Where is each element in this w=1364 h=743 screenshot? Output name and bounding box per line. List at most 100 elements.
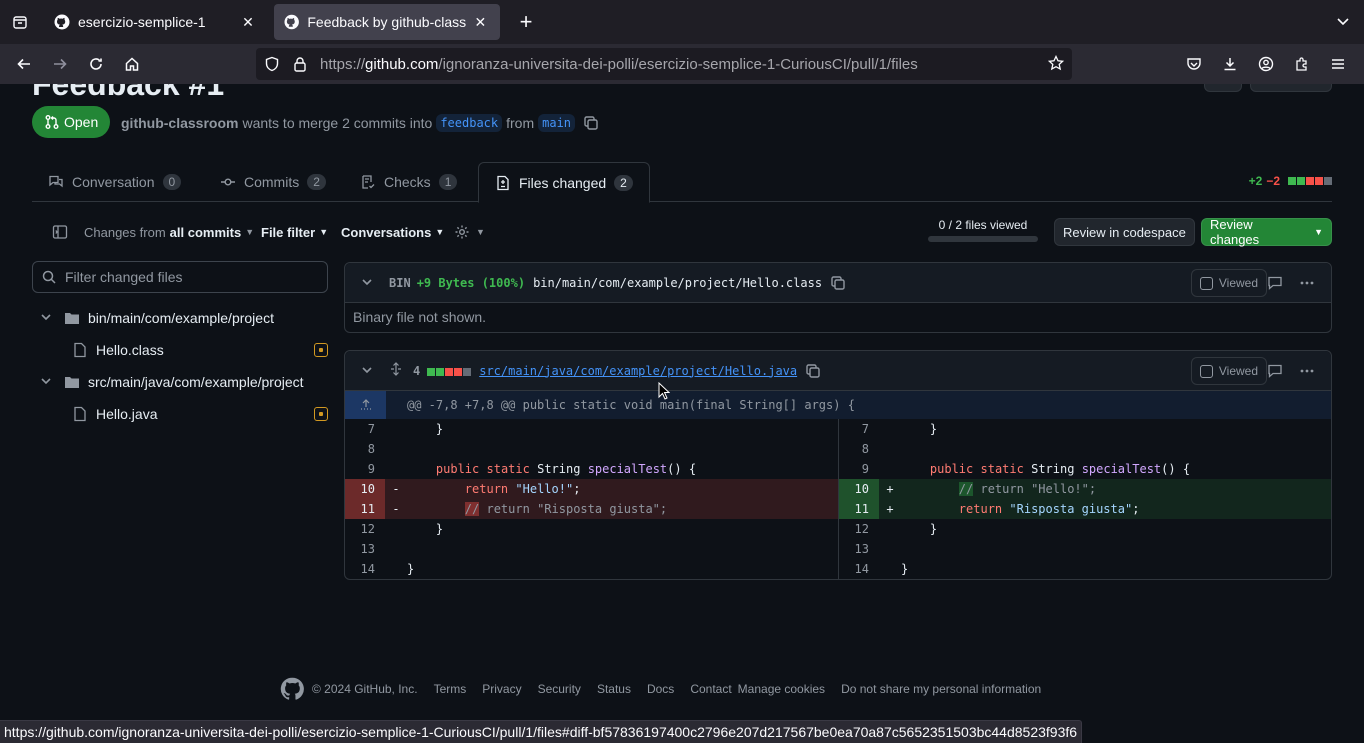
close-tab-icon[interactable]: ✕ [238,14,258,31]
footer-link-privacy[interactable]: Privacy [482,682,521,696]
tree-file-hello-class[interactable]: Hello.class [72,334,328,366]
viewed-checkbox[interactable]: Viewed [1190,269,1267,297]
tab-overview-icon[interactable] [0,0,40,44]
pull-request-icon [45,115,59,129]
close-tab-icon[interactable]: ✕ [471,14,490,31]
browser-tab-bar: esercizio-semplice-1 ✕ Feedback by githu… [0,0,1364,44]
code-token: return [486,502,530,516]
lock-icon[interactable] [286,56,314,72]
comment-icon[interactable] [1267,363,1283,382]
line-number[interactable]: 8 [345,439,385,459]
line-number[interactable]: 8 [839,439,879,459]
account-icon[interactable] [1248,48,1284,80]
code-token: () { [1161,462,1191,476]
browser-tab-feedback[interactable]: Feedback by github-class ✕ [274,4,500,40]
expand-all-icon[interactable] [389,362,403,379]
file-diff-icon [497,175,509,190]
back-icon[interactable] [6,48,42,80]
copy-icon[interactable] [583,115,599,131]
browser-tab-esercizio[interactable]: esercizio-semplice-1 ✕ [44,4,268,40]
file-path[interactable]: bin/main/com/example/project/Hello.class [533,276,822,290]
code-token: String [537,462,581,476]
downloads-icon[interactable] [1212,48,1248,80]
line-number[interactable]: 14 [839,559,879,579]
tree-label: bin/main/com/example/project [88,310,274,326]
line-number[interactable]: 13 [839,539,879,559]
tab-conversation[interactable]: Conversation 0 [48,162,182,202]
line-number[interactable]: 11 [839,499,879,519]
footer-link-security[interactable]: Security [538,682,581,696]
new-tab-button[interactable]: + [510,6,542,38]
folder-icon [65,377,79,388]
changes-from-dropdown[interactable]: Changes from all commits ▼ [84,216,254,248]
line-number[interactable]: 10 [345,479,385,499]
pocket-icon[interactable] [1176,48,1212,80]
reload-icon[interactable] [78,48,114,80]
menu-icon[interactable] [1320,48,1356,80]
base-branch[interactable]: feedback [436,114,503,132]
from-text: from [506,115,535,131]
tab-files-changed[interactable]: Files changed 2 [478,162,650,203]
line-number[interactable]: 11 [345,499,385,519]
tab-commits[interactable]: Commits 2 [220,162,326,202]
diff-line: 14} [839,559,1331,579]
line-number[interactable]: 7 [345,419,385,439]
footer-link-docs[interactable]: Docs [647,682,674,696]
line-number[interactable]: 9 [345,459,385,479]
code-button[interactable] [1250,84,1332,92]
file-filter-dropdown[interactable]: File filter ▼ [261,216,328,248]
viewed-checkbox[interactable]: Viewed [1190,357,1267,385]
home-icon[interactable] [114,48,150,80]
line-number[interactable]: 13 [345,539,385,559]
pr-author-link[interactable]: github-classroom [121,115,238,131]
diff-line: 9 public static String specialTest() { [345,459,838,479]
tree-dir-bin[interactable]: bin/main/com/example/project [40,302,328,334]
review-changes-button[interactable]: Review changes ▼ [1201,217,1332,247]
line-number[interactable]: 12 [345,519,385,539]
code-token: public [435,462,480,476]
list-all-tabs-icon[interactable] [1336,14,1350,31]
footer-link-manage-cookies[interactable]: Manage cookies [738,682,825,696]
checklist-icon [362,175,375,189]
file-filter-label: File filter [261,224,316,240]
line-number[interactable]: 7 [839,419,879,439]
footer-link-status[interactable]: Status [597,682,631,696]
footer-link-contact[interactable]: Contact [690,682,731,696]
extensions-icon[interactable] [1284,48,1320,80]
comment-icon[interactable] [1267,275,1283,294]
line-number[interactable]: 12 [839,519,879,539]
edit-button[interactable] [1204,84,1242,92]
line-number[interactable]: 9 [839,459,879,479]
chevron-down-icon[interactable] [361,275,373,291]
footer-link-terms[interactable]: Terms [434,682,467,696]
tree-file-hello-java[interactable]: Hello.java [72,398,328,430]
diff-settings-dropdown[interactable]: ▼ [454,216,485,248]
kebab-horizontal-icon[interactable] [1299,363,1315,382]
github-logo-icon[interactable] [280,677,304,701]
head-branch[interactable]: main [538,114,576,132]
filter-changed-files-input[interactable]: Filter changed files [32,261,328,293]
tab-counter: 2 [307,174,326,190]
tracking-protection-icon[interactable] [258,56,286,72]
checkbox-icon [1199,276,1213,290]
code-token: static [486,462,530,476]
review-in-codespace-button[interactable]: Review in codespace [1054,218,1195,246]
forward-icon[interactable] [42,48,78,80]
line-number[interactable]: 10 [839,479,879,499]
line-number[interactable]: 14 [345,559,385,579]
copy-icon[interactable] [805,363,821,379]
expand-up-icon[interactable] [345,391,386,419]
toggle-file-tree-icon[interactable] [52,216,68,248]
kebab-horizontal-icon[interactable] [1299,275,1315,294]
url-bar[interactable]: https://github.com/ignoranza-universita-… [256,48,1072,80]
tab-checks[interactable]: Checks 1 [360,162,458,202]
footer-link-do-not-share[interactable]: Do not share my personal information [841,682,1041,696]
conversations-dropdown[interactable]: Conversations ▼ [341,216,444,248]
file-path-link[interactable]: src/main/java/com/example/project/Hello.… [479,364,797,378]
copy-icon[interactable] [830,275,846,291]
bookmark-star-icon[interactable] [1047,54,1065,74]
code-token: static [980,462,1024,476]
chevron-down-icon[interactable] [361,363,373,379]
tree-dir-src[interactable]: src/main/java/com/example/project [40,366,328,398]
diff-line: 9 public static String specialTest() { [839,459,1331,479]
